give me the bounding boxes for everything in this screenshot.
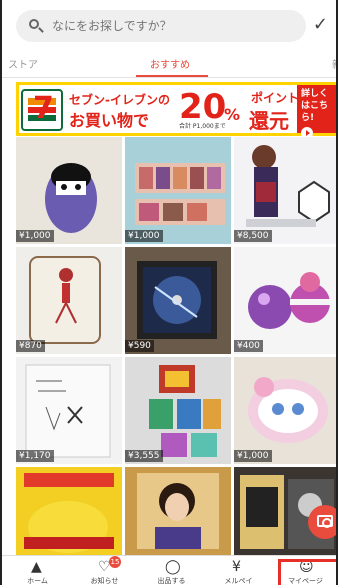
banner-percent-sign: % — [224, 105, 241, 124]
promo-banner-body: 7 セブン-イレブンの お買い物で 20 % 合計 P1,000まで ポイント … — [19, 85, 336, 139]
nav-notifications-label: お知らせ — [90, 577, 119, 585]
item-thumbnail — [16, 247, 122, 354]
item-tile[interactable] — [125, 467, 231, 555]
item-thumbnail — [16, 467, 122, 555]
nav-home[interactable]: ▲ ホーム — [4, 556, 71, 585]
item-tile[interactable]: ¥870 — [16, 247, 122, 354]
item-tile[interactable]: ¥3,555 — [125, 357, 231, 464]
yen-icon: ¥ — [232, 559, 241, 575]
item-thumbnail — [234, 247, 336, 354]
item-price: ¥400 — [234, 340, 263, 352]
item-price: ¥1,000 — [234, 450, 272, 462]
item-price: ¥8,500 — [234, 230, 272, 242]
item-thumbnail — [125, 467, 231, 555]
tab-new[interactable]: 新 — [332, 56, 336, 71]
nav-notifications[interactable]: ♡ 15 お知らせ — [71, 556, 138, 585]
item-thumbnail — [16, 137, 122, 244]
item-tile[interactable]: ¥1,170 — [16, 357, 122, 464]
search-bar[interactable] — [16, 10, 306, 42]
sell-camera-button[interactable] — [308, 505, 336, 539]
banner-note: 合計 P1,000まで — [179, 123, 226, 130]
item-price: ¥590 — [125, 340, 154, 352]
item-price: ¥870 — [16, 340, 45, 352]
nav-merpay[interactable]: ¥ メルペイ — [205, 556, 272, 585]
nav-sell-label: 出品する — [157, 577, 186, 585]
item-tile[interactable]: ¥8,500 — [234, 137, 336, 244]
item-thumbnail — [234, 137, 336, 244]
banner-details-link[interactable]: 詳しくはこちら! — [297, 85, 336, 139]
tab-bar: ストア おすすめ 新 — [2, 50, 336, 78]
item-tile[interactable] — [16, 467, 122, 555]
search-icon — [28, 18, 44, 34]
banner-kangen: 還元 — [249, 109, 289, 133]
item-tile[interactable]: ¥400 — [234, 247, 336, 354]
item-tile[interactable]: ¥1,000 — [234, 357, 336, 464]
seven-eleven-logo: 7 — [21, 89, 63, 131]
item-thumbnail — [234, 357, 336, 464]
item-thumbnail — [125, 137, 231, 244]
tab-store[interactable]: ストア — [8, 56, 38, 71]
banner-line1: セブン-イレブンの — [69, 93, 170, 107]
tab-recommended[interactable]: おすすめ — [150, 56, 190, 71]
item-tile[interactable]: ¥1,000 — [16, 137, 122, 244]
app-frame: ✓ ストア おすすめ 新 7 セブン-イレブンの お買い物で 20 % 合計 P… — [0, 0, 338, 585]
nav-sell[interactable]: ◯ 出品する — [138, 556, 205, 585]
item-price: ¥1,000 — [16, 230, 54, 242]
item-price: ¥1,000 — [125, 230, 163, 242]
banner-point: ポイント — [251, 91, 300, 105]
bottom-nav: ▲ ホーム ♡ 15 お知らせ ◯ 出品する ¥ メルペイ ☺ マイページ — [2, 555, 336, 585]
search-input[interactable] — [52, 19, 272, 33]
item-price: ¥1,170 — [16, 450, 54, 462]
item-thumbnail — [16, 357, 122, 464]
nav-merpay-label: メルペイ — [224, 577, 253, 585]
sell-icon: ◯ — [165, 559, 181, 575]
notification-badge: 15 — [109, 556, 121, 568]
promo-banner[interactable]: 7 セブン-イレブンの お買い物で 20 % 合計 P1,000まで ポイント … — [16, 82, 336, 139]
item-tile[interactable]: ¥590 — [125, 247, 231, 354]
camera-icon — [317, 515, 333, 528]
nav-home-label: ホーム — [27, 577, 48, 585]
home-icon: ▲ — [31, 559, 42, 575]
item-price: ¥3,555 — [125, 450, 163, 462]
item-thumbnail — [125, 247, 231, 354]
mypage-highlight-box — [278, 559, 336, 585]
active-tab-indicator — [136, 75, 208, 77]
check-icon[interactable]: ✓ — [313, 14, 328, 35]
item-tile[interactable]: ¥1,000 — [125, 137, 231, 244]
banner-line2: お買い物で — [69, 111, 150, 130]
item-thumbnail — [125, 357, 231, 464]
banner-details-label: 詳しくはこちら! — [301, 89, 329, 123]
